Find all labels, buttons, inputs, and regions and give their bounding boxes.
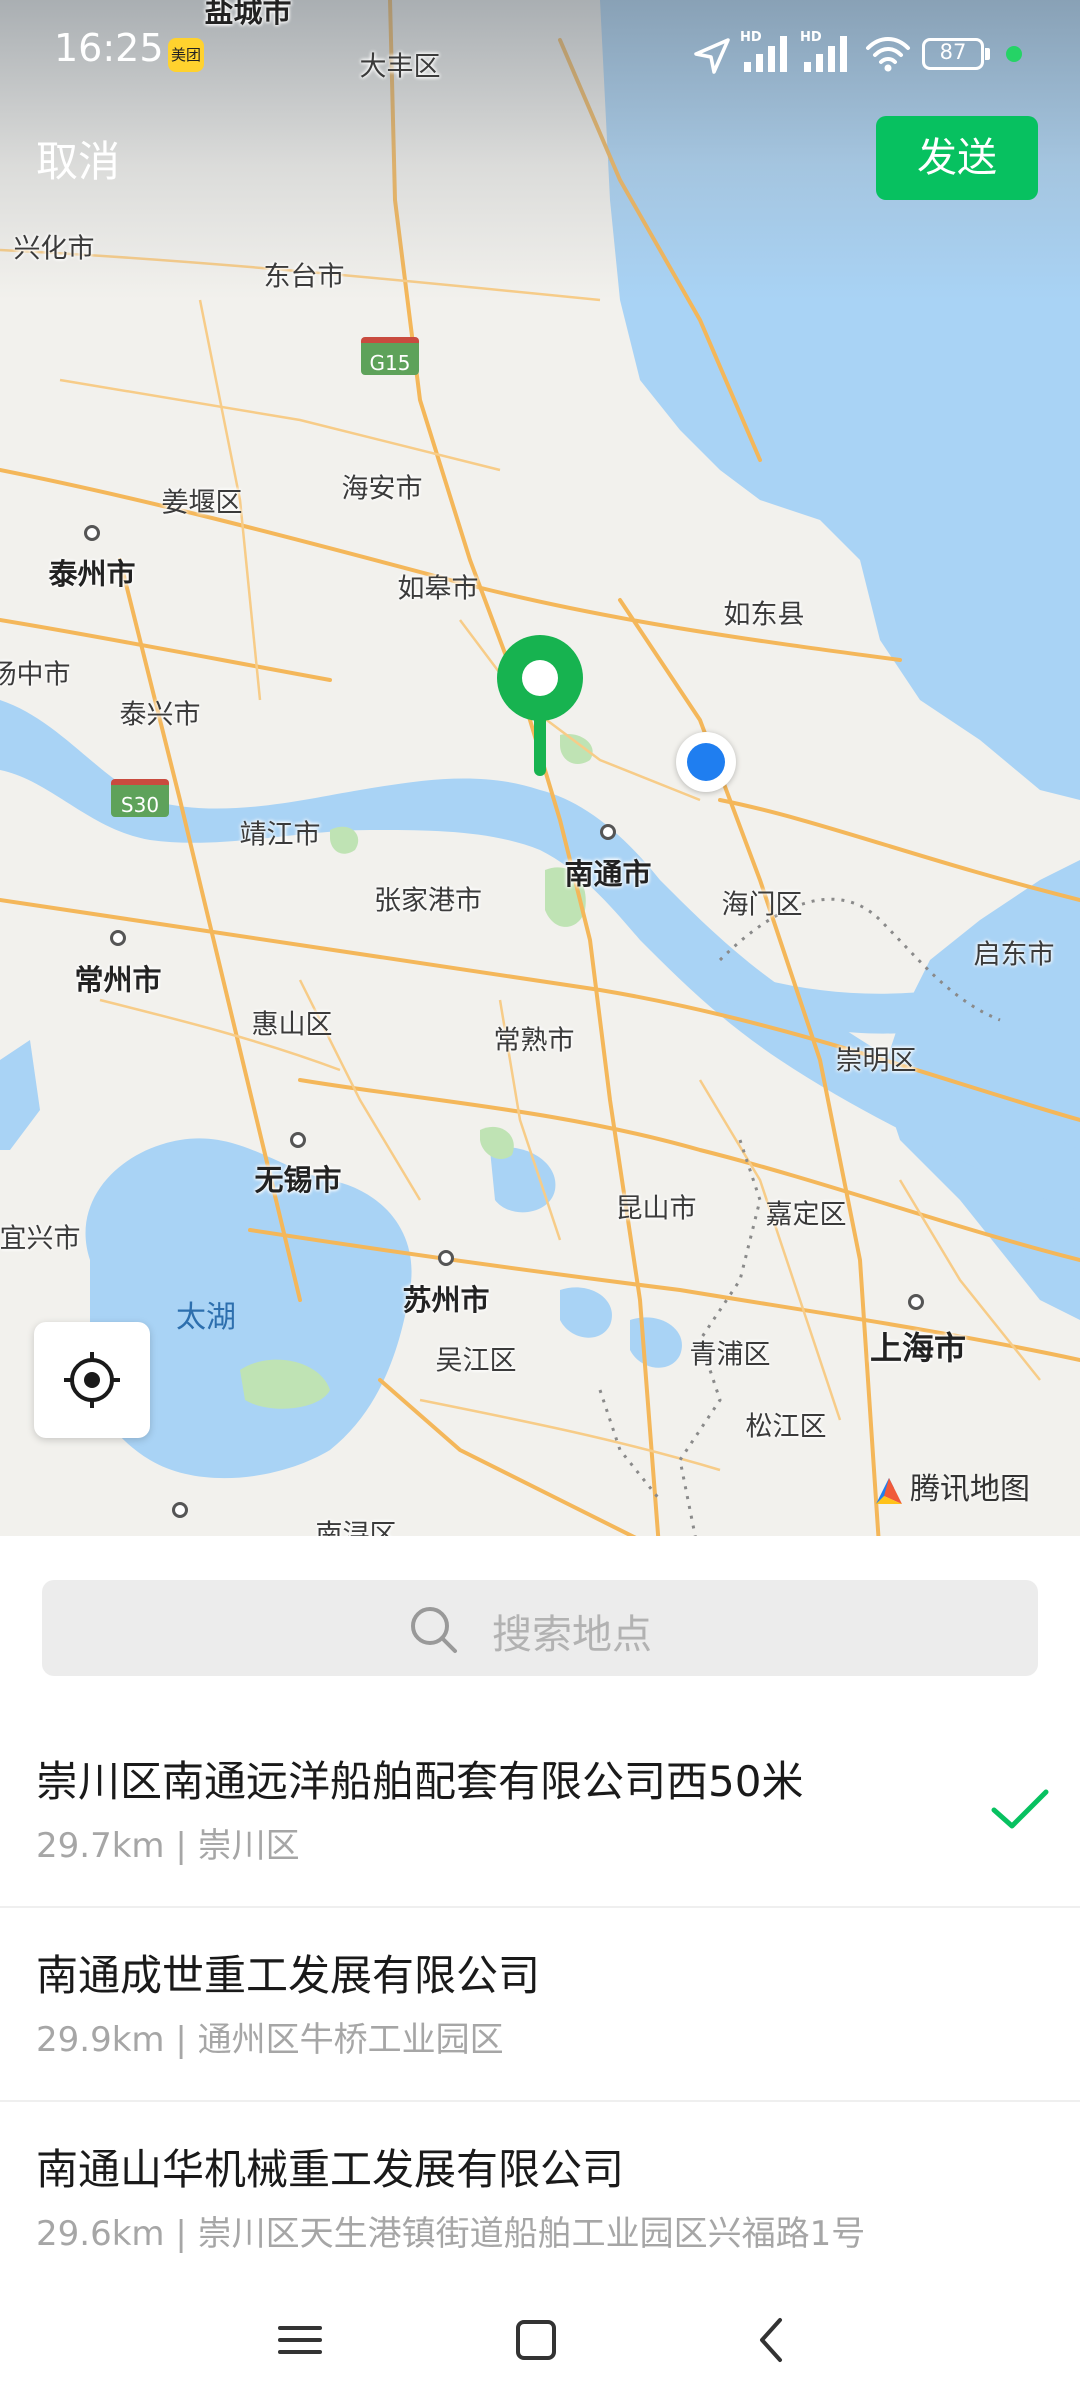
map-label-jiading: 嘉定区 [765,1199,847,1231]
map-view[interactable]: 盐城市 大丰区 兴化市 东台市 G15 海安市 姜堰区 泰州市 如皋市 如东县 … [0,0,1080,1560]
map-label-taihu: 太湖 [176,1300,236,1335]
map-label-dongtai: 东台市 [263,261,345,293]
battery-icon: 87 [922,38,992,70]
city-dot-changzhou [110,930,126,946]
back-icon[interactable] [746,2310,798,2370]
map-label-songjiang: 松江区 [745,1411,827,1443]
home-icon[interactable] [510,2310,562,2370]
signal-1-icon: HD [740,30,798,74]
place-distance: 29.6km [36,2214,165,2254]
place-meta: 29.6km | 崇川区天生港镇街道船舶工业园区兴福路1号 [36,2214,866,2254]
menu-icon[interactable] [274,2310,326,2370]
map-label-yixing: 宜兴市 [0,1223,81,1255]
map-label-wuxi: 无锡市 [254,1163,342,1197]
list-item[interactable]: 南通山华机械重工发展有限公司 29.6km | 崇川区天生港镇街道船舶工业园区兴… [0,2102,1080,2296]
place-address: 崇川区天生港镇街道船舶工业园区兴福路1号 [197,2214,866,2254]
map-label-qingpu: 青浦区 [689,1339,771,1371]
status-bar: 16:25 美团 HD HD 87 [0,0,1080,104]
location-arrow-icon [694,38,730,74]
city-dot-shanghai [908,1294,924,1310]
map-label-haian: 海安市 [341,473,423,505]
list-item[interactable]: 南通成世重工发展有限公司 29.9km | 通州区牛桥工业园区 [0,1908,1080,2102]
signal-2-icon: HD [800,30,858,74]
checkmark-icon [991,1789,1049,1829]
map-label-qidong: 启东市 [973,939,1055,971]
map-label-zhangjiagang: 张家港市 [374,885,482,917]
map-provider-watermark: 腾讯地图 [872,1464,1030,1508]
map-label-kunshan: 昆山市 [615,1193,697,1225]
city-dot-nantong [600,824,616,840]
locate-me-button[interactable] [34,1322,150,1438]
map-label-chongming: 崇明区 [835,1045,917,1077]
app-notification-badge: 美团 [168,38,204,72]
map-label-taizhou: 泰州市 [48,557,136,591]
map-label-xinghua: 兴化市 [13,233,95,265]
highway-shield-s30: S30 [111,779,169,817]
place-name: 南通山华机械重工发展有限公司 [36,2145,625,2194]
place-name: 崇川区南通远洋船舶配套有限公司西50米 [36,1757,804,1806]
map-label-rugao: 如皋市 [397,573,479,605]
map-label-changzhou: 常州市 [74,963,162,997]
list-item[interactable]: 崇川区南通远洋船舶配套有限公司西50米 29.7km | 崇川区 [0,1714,1080,1908]
city-dot-wuxi [290,1132,306,1148]
search-icon [411,1607,457,1653]
cancel-button[interactable]: 取消 [36,128,120,189]
map-label-taixing: 泰兴市 [119,699,201,731]
map-label-changshu: 常熟市 [493,1025,575,1057]
highway-shield-g15: G15 [361,337,419,375]
location-pin-icon[interactable] [494,634,586,780]
map-label-jiangyan: 姜堰区 [161,487,243,519]
map-label-rudong: 如东县 [723,599,805,631]
map-label-huishan: 惠山区 [251,1009,333,1041]
watermark-text: 腾讯地图 [910,1472,1030,1507]
place-name: 南通成世重工发展有限公司 [36,1951,541,2000]
location-results-sheet: 搜索地点 崇川区南通远洋船舶配套有限公司西50米 29.7km | 崇川区 南通… [0,1536,1080,2400]
map-label-jingjiang: 靖江市 [239,819,321,851]
send-button[interactable]: 发送 [876,116,1038,200]
map-label-wujiang: 吴江区 [435,1345,517,1377]
map-label-shanghai: 上海市 [869,1329,967,1367]
city-dot-taizhou [84,525,100,541]
wifi-icon [866,37,910,72]
place-address: 崇川区 [197,1826,300,1866]
map-label-haimen: 海门区 [721,889,803,921]
place-distance: 29.9km [36,2020,165,2060]
place-meta: 29.9km | 通州区牛桥工业园区 [36,2020,504,2060]
status-time: 16:25 [54,26,164,70]
system-navigation-bar [0,2280,1080,2400]
tencent-map-logo-icon [876,1477,902,1504]
map-label-yangzhong: 扬中市 [0,659,71,691]
place-distance: 29.7km [36,1826,165,1866]
search-input[interactable]: 搜索地点 [42,1580,1038,1676]
map-label-suzhou: 苏州市 [402,1283,490,1317]
city-dot-suzhou [438,1250,454,1266]
battery-level: 87 [939,40,967,64]
crosshair-icon [64,1352,120,1408]
privacy-indicator-dot [1006,46,1022,62]
place-address: 通州区牛桥工业园区 [197,2020,504,2060]
city-dot-huzhou [172,1502,188,1518]
place-meta: 29.7km | 崇川区 [36,1826,300,1866]
map-label-nantong: 南通市 [564,857,652,891]
current-location-marker [676,732,736,792]
search-placeholder: 搜索地点 [492,1612,652,1658]
